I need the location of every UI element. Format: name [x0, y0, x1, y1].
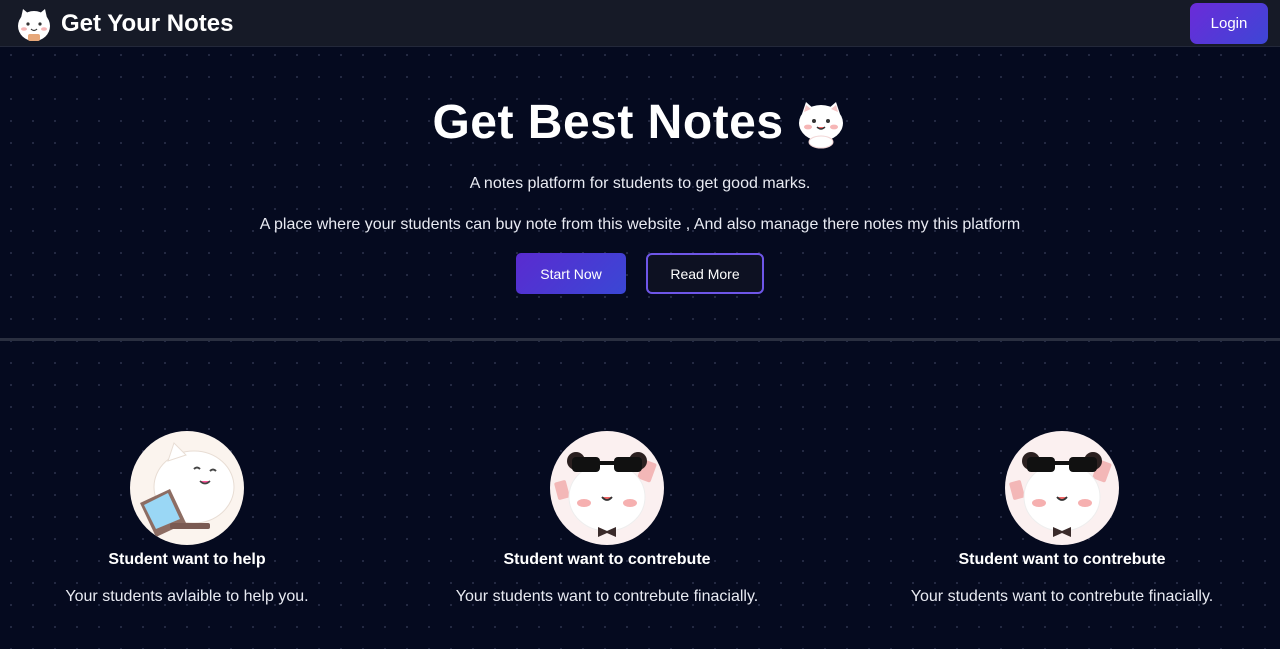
- navbar: Get Your Notes Login: [0, 0, 1280, 47]
- start-now-button[interactable]: Start Now: [516, 253, 626, 294]
- hero-title: Get Best Notes: [432, 96, 784, 149]
- read-more-button[interactable]: Read More: [646, 253, 764, 294]
- hero-description: A place where your students can buy note…: [259, 216, 1021, 233]
- login-button[interactable]: Login: [1190, 3, 1268, 44]
- brand[interactable]: Get Your Notes: [14, 4, 233, 44]
- brand-title: Get Your Notes: [61, 10, 234, 37]
- feature-title: Student want to contrebute: [958, 551, 1166, 568]
- feature-description: Your students avlaible to help you.: [65, 588, 309, 605]
- feature-card: Student want to contrebute Your students…: [852, 431, 1272, 606]
- panda-sunglasses-icon: [1005, 431, 1119, 545]
- cat-mascot-icon: [798, 101, 843, 148]
- section-divider: [0, 338, 1280, 341]
- feature-description: Your students want to contrebute finacia…: [910, 588, 1214, 605]
- cat-laptop-icon: [130, 431, 244, 545]
- feature-card: Student want to contrebute Your students…: [397, 431, 817, 606]
- feature-title: Student want to contrebute: [503, 551, 711, 568]
- hero-subtitle: A notes platform for students to get goo…: [469, 175, 811, 192]
- hero-section: Get Best Notes A notes platform for stud…: [0, 47, 1280, 339]
- hero-title-row: Get Best Notes: [0, 95, 1280, 150]
- feature-card: Student want to help Your students avlai…: [0, 431, 397, 606]
- panda-sunglasses-icon: [550, 431, 664, 545]
- cat-mascot-icon: [18, 9, 50, 41]
- feature-title: Student want to help: [108, 551, 266, 568]
- feature-description: Your students want to contrebute finacia…: [455, 588, 759, 605]
- hero-actions: Start Now Read More: [0, 253, 1280, 294]
